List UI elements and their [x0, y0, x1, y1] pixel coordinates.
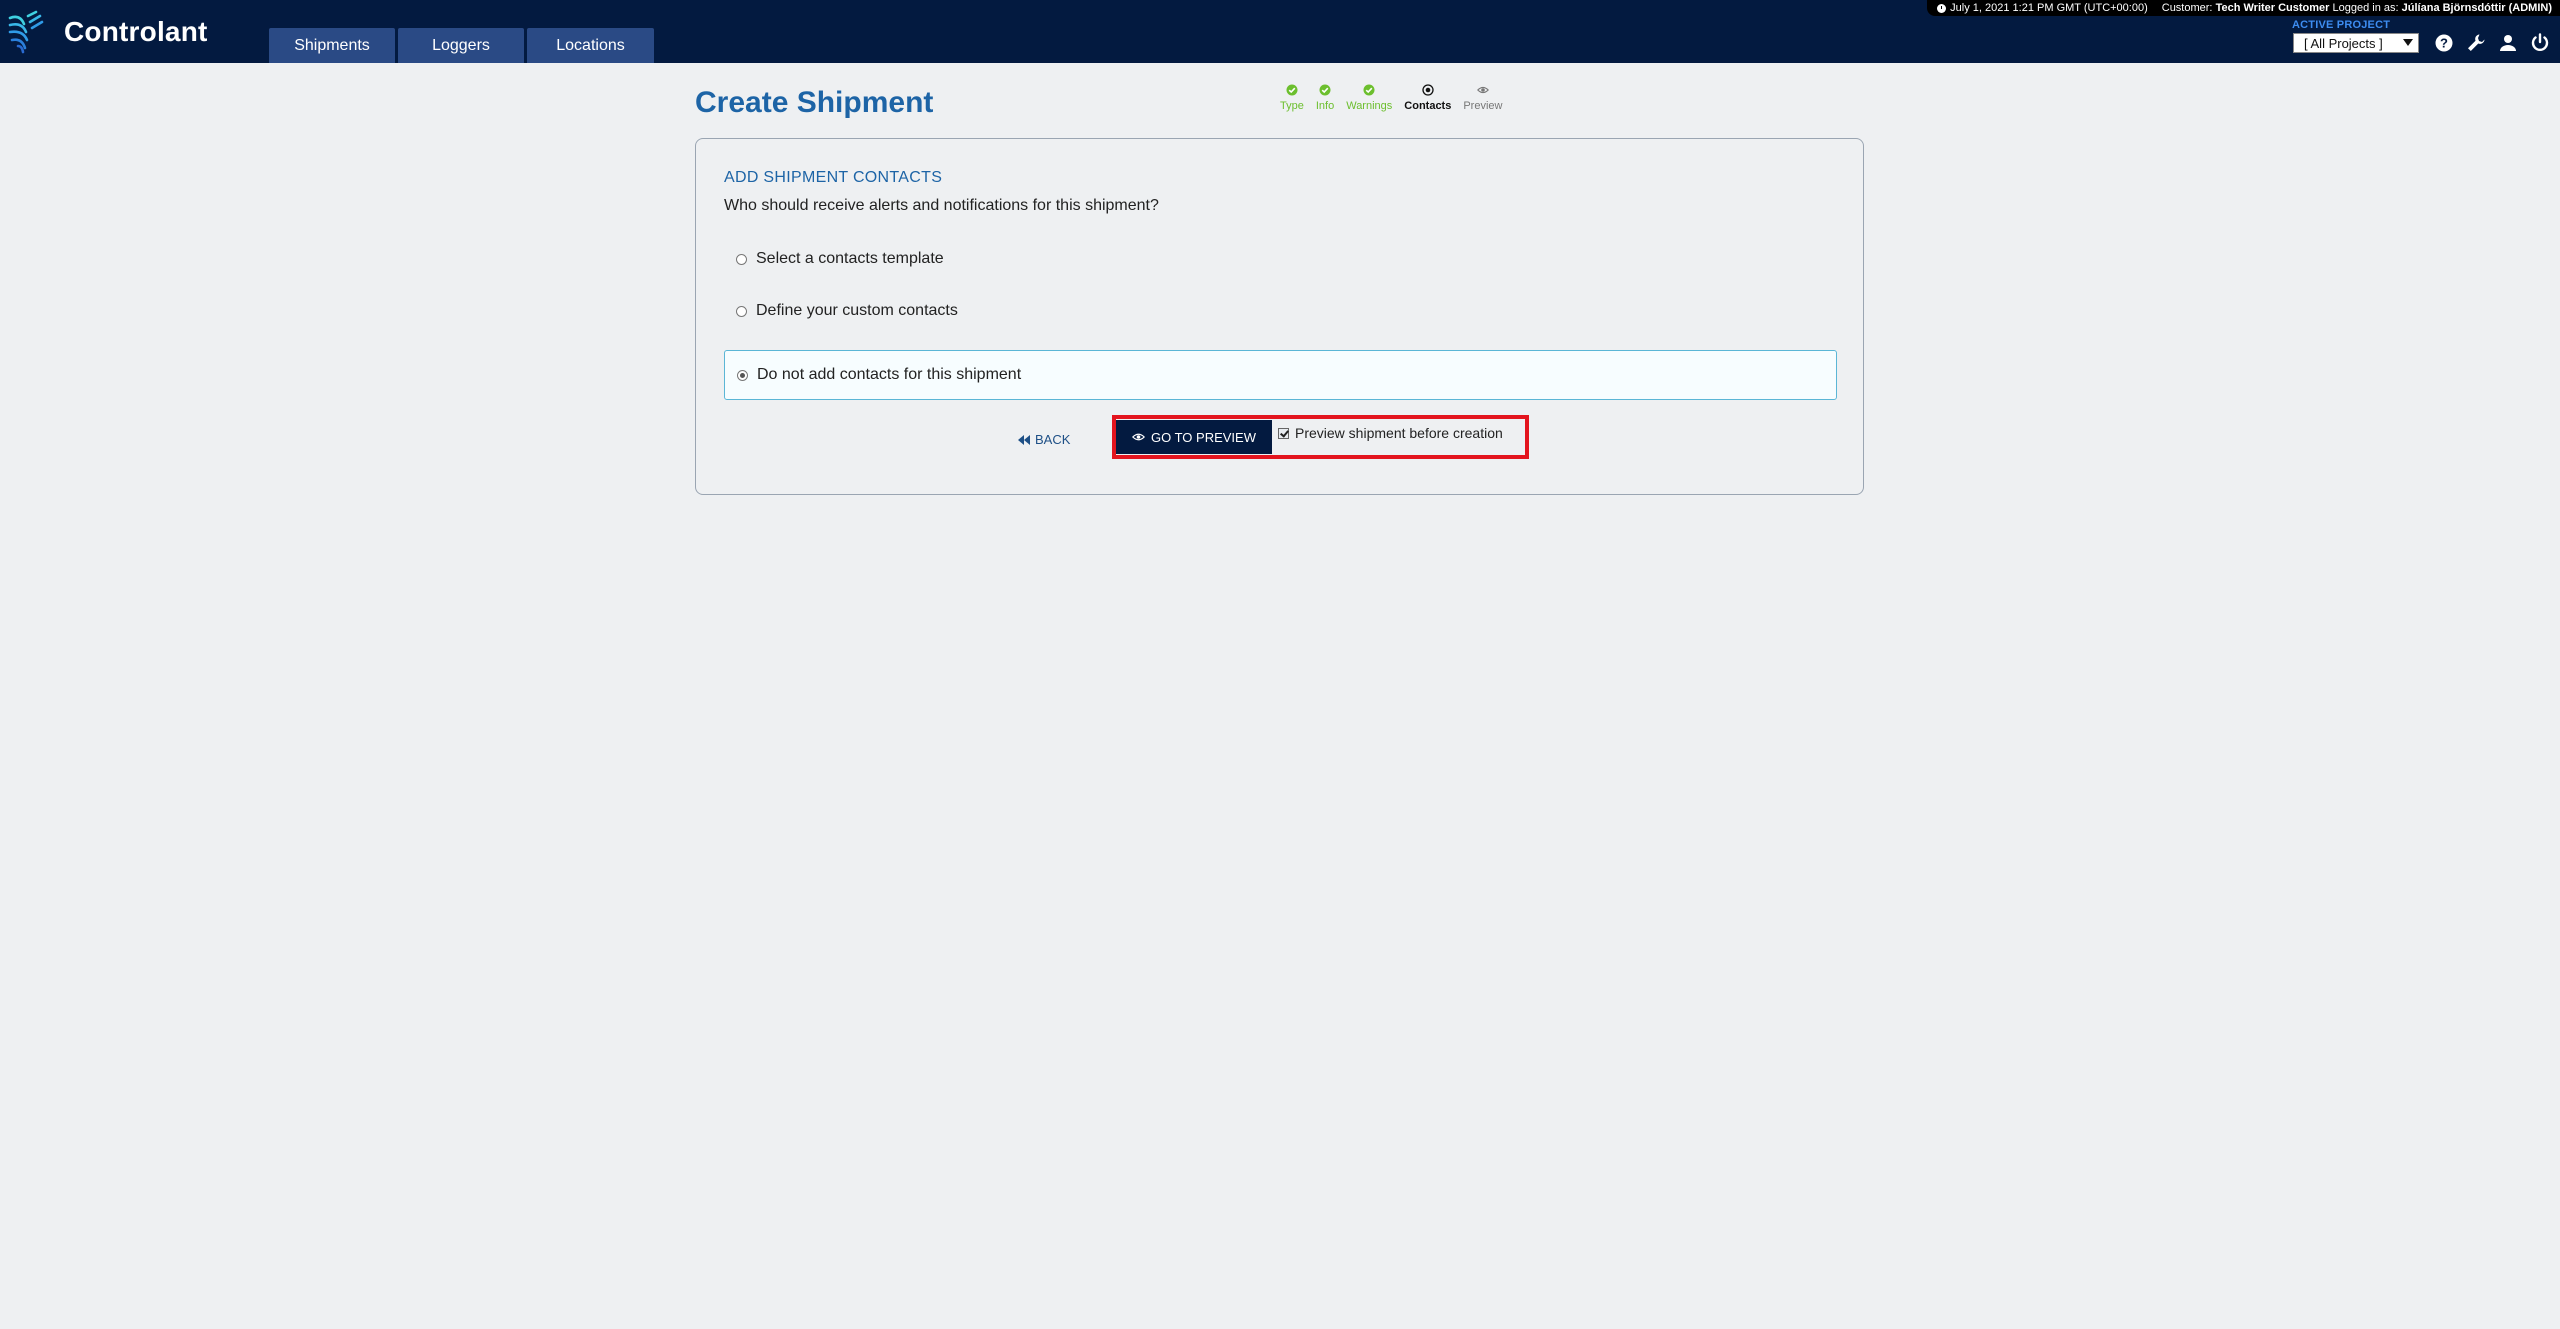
step-contacts[interactable]: Contacts [1404, 84, 1451, 112]
option-custom-contacts[interactable]: Define your custom contacts [724, 286, 1837, 336]
status-line: July 1, 2021 1:21 PM GMT (UTC+00:00) Cus… [1927, 0, 2560, 16]
option-label: Do not add contacts for this shipment [757, 366, 1022, 383]
brand-name: Controlant [64, 16, 208, 47]
check-circle-icon [1286, 84, 1298, 96]
eye-icon [1476, 86, 1489, 94]
step-label: Contacts [1404, 100, 1452, 112]
option-contacts-template[interactable]: Select a contacts template [724, 234, 1837, 284]
svg-text:?: ? [2440, 36, 2448, 51]
section-title: ADD SHIPMENT CONTACTS [724, 169, 943, 186]
option-label: Select a contacts template [756, 250, 944, 267]
chevron-down-icon [2403, 39, 2413, 46]
check-circle-icon [1319, 84, 1331, 96]
main-nav: Shipments Loggers Locations [269, 28, 654, 63]
option-label: Define your custom contacts [756, 302, 958, 319]
wrench-icon[interactable] [2465, 32, 2487, 54]
step-type[interactable]: Type [1280, 84, 1304, 112]
radio-button[interactable] [736, 253, 747, 265]
step-label: Warnings [1346, 100, 1393, 112]
check-circle-icon [1363, 84, 1375, 96]
radio-button[interactable] [737, 369, 748, 381]
checkbox-label: Preview shipment before creation [1295, 425, 1503, 441]
controlant-logo-icon [8, 10, 44, 54]
logged-in-prefix: Logged in as: [2332, 2, 2399, 14]
wizard-steps: Type Info Warnings Contacts Preview [1280, 84, 1514, 112]
step-preview[interactable]: Preview [1463, 84, 1502, 112]
step-info[interactable]: Info [1316, 84, 1334, 112]
back-label: BACK [1035, 432, 1071, 447]
go-to-preview-button[interactable]: GO TO PREVIEW [1116, 420, 1272, 454]
step-label: Preview [1463, 100, 1503, 112]
double-chevron-left-icon [1018, 434, 1030, 445]
customer-name: Tech Writer Customer [2215, 2, 2330, 14]
step-warnings[interactable]: Warnings [1346, 84, 1392, 112]
page-title: Create Shipment [695, 86, 934, 119]
radio-button[interactable] [736, 305, 747, 317]
eye-icon [1132, 433, 1145, 441]
logged-in-user: Júlíana Björnsdóttir (ADMIN) [2401, 2, 2552, 14]
active-project-label: ACTIVE PROJECT [2292, 19, 2391, 31]
project-select-value: [ All Projects ] [2304, 35, 2383, 51]
back-button[interactable]: BACK [1018, 432, 1070, 447]
go-to-preview-label: GO TO PREVIEW [1151, 429, 1256, 445]
current-datetime: July 1, 2021 1:21 PM GMT (UTC+00:00) [1950, 2, 2148, 14]
preview-before-creation-checkbox[interactable]: Preview shipment before creation [1278, 425, 1503, 441]
option-no-contacts[interactable]: Do not add contacts for this shipment [724, 350, 1837, 400]
step-label: Type [1280, 100, 1304, 112]
power-icon[interactable] [2529, 32, 2551, 54]
user-icon[interactable] [2497, 32, 2519, 54]
help-icon[interactable]: ? [2433, 32, 2455, 54]
nav-tab-shipments[interactable]: Shipments [269, 28, 395, 63]
project-select[interactable]: [ All Projects ] [2293, 33, 2419, 53]
nav-tab-locations[interactable]: Locations [527, 28, 654, 63]
nav-tab-loggers[interactable]: Loggers [398, 28, 524, 63]
section-subtitle: Who should receive alerts and notificati… [724, 197, 1159, 214]
checkbox[interactable] [1278, 427, 1289, 439]
brand-logo[interactable]: Controlant [6, 10, 208, 54]
clock-icon [1937, 3, 1947, 13]
step-label: Info [1315, 100, 1335, 112]
top-bar: Controlant Shipments Loggers Locations J… [0, 0, 2560, 63]
contacts-card: ADD SHIPMENT CONTACTS Who should receive… [695, 138, 1864, 495]
customer-prefix: Customer: [2161, 2, 2213, 14]
top-icons: ? [2433, 32, 2551, 54]
current-step-icon [1422, 84, 1434, 96]
